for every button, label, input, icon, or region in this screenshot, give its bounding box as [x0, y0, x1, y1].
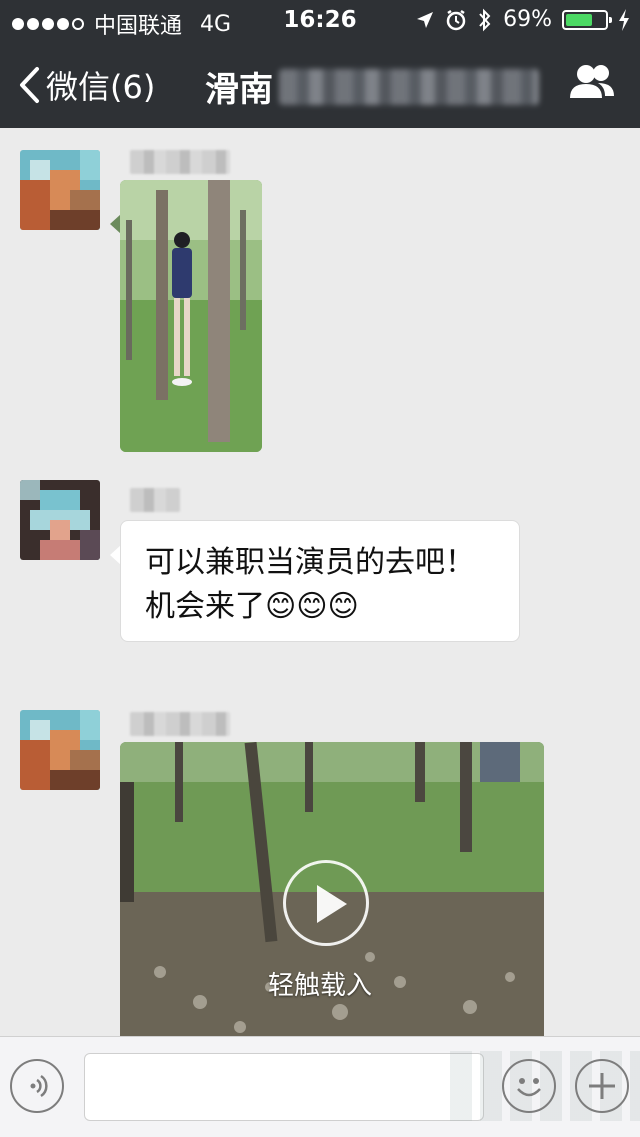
battery-icon: [562, 9, 612, 30]
sender-name-redacted: [130, 488, 180, 512]
charging-icon: [619, 8, 629, 31]
tap-to-load-label[interactable]: 轻触载入: [0, 965, 640, 1002]
more-button[interactable]: [575, 1059, 629, 1113]
photo-content: [120, 180, 262, 452]
pixelated-avatar-icon: [20, 710, 100, 790]
voice-icon: [30, 1074, 48, 1098]
nav-bar: 微信(6) 滑南: [0, 40, 640, 128]
message-bubble[interactable]: 可以兼职当演员的去吧！ 机会来了😊😊😊: [120, 520, 520, 642]
bluetooth-icon: [479, 8, 491, 31]
play-icon[interactable]: [283, 860, 369, 946]
people-icon: [570, 65, 614, 98]
message-photo[interactable]: [120, 180, 262, 452]
battery-percent: 69%: [503, 7, 552, 32]
back-button[interactable]: 微信(6): [18, 62, 155, 108]
back-label: 微信(6): [46, 68, 156, 106]
pixelated-avatar-icon: [20, 150, 100, 230]
sender-name-redacted: [130, 150, 230, 174]
back-chevron-icon: [20, 67, 39, 103]
alarm-icon: [446, 9, 466, 30]
status-bar: 中国联通 4G 16:26 69%: [0, 0, 640, 40]
top-bar: 中国联通 4G 16:26 69% 微信(6) 滑南: [0, 0, 640, 128]
location-icon: [417, 11, 434, 28]
plus-icon: [589, 1073, 615, 1099]
avatar[interactable]: [20, 480, 100, 560]
chat-title: 滑南: [205, 62, 539, 111]
avatar[interactable]: [20, 710, 100, 790]
avatar[interactable]: [20, 150, 100, 230]
sender-name-redacted: [130, 712, 230, 736]
group-members-button[interactable]: [568, 62, 616, 106]
pixelated-avatar-icon: [20, 480, 100, 560]
message-line: 机会来了😊😊😊: [145, 589, 359, 624]
message-input[interactable]: [84, 1053, 484, 1121]
emoji-button[interactable]: [502, 1059, 556, 1113]
voice-button[interactable]: [10, 1059, 64, 1113]
message-line: 可以兼职当演员的去吧！: [145, 545, 475, 580]
chat-title-text: 滑南: [205, 70, 273, 110]
emoji-icon: [517, 1078, 541, 1097]
redacted-title: [279, 68, 539, 105]
chat-area[interactable]: 可以兼职当演员的去吧！ 机会来了😊😊😊 轻触载入: [0, 128, 640, 1036]
input-bar: [0, 1036, 640, 1137]
